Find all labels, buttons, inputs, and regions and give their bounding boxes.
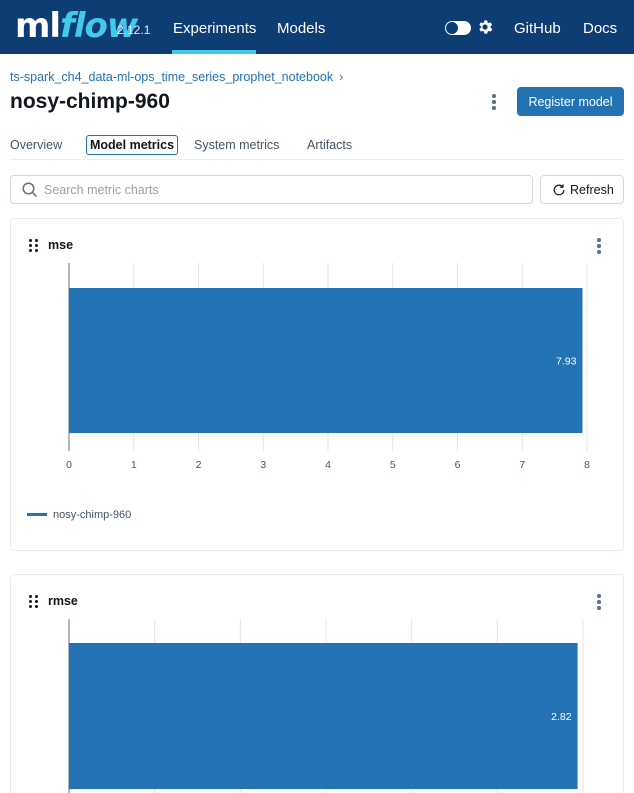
refresh-icon [553,184,565,196]
register-model-button[interactable]: Register model [517,87,624,116]
logo-ml: ml [15,6,61,46]
legend-label: nosy-chimp-960 [53,509,132,521]
data-label: 2.82 [551,711,572,723]
nav-github[interactable]: GitHub [514,20,561,37]
x-tick-label: 1 [131,459,137,471]
x-tick-label: 0 [66,459,72,471]
kebab-dot [492,100,496,104]
refresh-button[interactable]: Refresh [540,175,624,204]
nav-docs[interactable]: Docs [583,20,617,37]
search-box [10,175,533,204]
x-tick-label: 5 [390,459,396,471]
tab-model-metrics[interactable]: Model metrics [86,135,179,155]
x-tick-label: 4 [325,459,331,471]
nav-active-indicator [172,50,256,54]
mse-bar-chart: 7.93 0 1 2 3 4 5 6 7 8 [66,263,590,471]
tab-artifacts[interactable]: Artifacts [307,138,352,152]
theme-toggle[interactable] [445,21,471,35]
bar [69,288,583,433]
refresh-label: Refresh [570,183,614,197]
tab-overview[interactable]: Overview [10,138,62,152]
bar [69,643,578,789]
legend-swatch [27,512,47,516]
chevron-right-icon: › [339,70,344,84]
x-tick-label: 6 [455,459,461,471]
x-tick-label: 2 [196,459,202,471]
search-icon [22,182,38,198]
search-input[interactable] [44,180,524,200]
page-title: nosy-chimp-960 [10,90,170,113]
nav-models[interactable]: Models [277,20,325,37]
run-tabs: Overview Model metrics System metrics Ar… [10,132,624,160]
rmse-bar-chart: 2.82 [68,619,584,793]
x-tick-label: 8 [584,459,590,471]
kebab-dot [492,106,496,110]
toggle-knob [446,22,458,34]
data-label: 7.93 [556,356,577,368]
metric-chart-card-mse: mse 7.93 0 1 2 3 4 5 6 7 8 nosy-chimp-960 [10,218,624,551]
metric-chart-card-rmse: rmse 2.82 [10,574,624,793]
top-navbar: mlflow 2.12.1 Experiments Models GitHub … [0,0,634,54]
run-actions-kebab-icon[interactable] [488,93,500,111]
tab-system-metrics[interactable]: System metrics [194,138,279,152]
nav-experiments[interactable]: Experiments [173,20,256,37]
x-tick-label: 7 [519,459,525,471]
kebab-dot [492,94,496,98]
breadcrumb-experiment-link[interactable]: ts-spark_ch4_data-ml-ops_time_series_pro… [10,70,333,84]
chart-legend[interactable]: nosy-chimp-960 [27,509,131,521]
breadcrumb: ts-spark_ch4_data-ml-ops_time_series_pro… [10,70,343,84]
version-label: 2.12.1 [117,23,151,37]
gear-icon[interactable] [476,18,494,36]
x-tick-label: 3 [260,459,266,471]
